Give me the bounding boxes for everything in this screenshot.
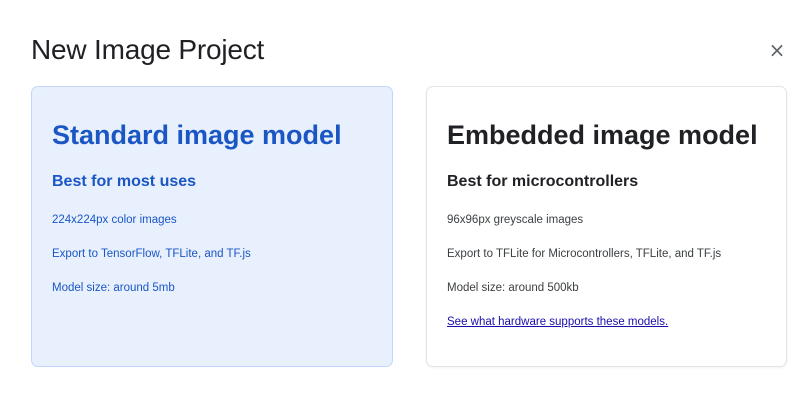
card-detail-export-formats: Export to TensorFlow, TFLite, and TF.js (52, 248, 251, 260)
card-subtitle: Best for most uses (52, 173, 197, 190)
card-detail-export-formats: Export to TFLite for Microcontrollers, T… (447, 248, 722, 260)
card-subtitle: Best for microcontrollers (447, 173, 639, 190)
close-icon: × (768, 38, 786, 62)
standard-image-model-card[interactable]: Standard image model Best for most uses … (31, 86, 393, 367)
embedded-image-model-card[interactable]: Embedded image model Best for microcontr… (426, 86, 787, 367)
card-detail-model-size: Model size: around 500kb (447, 282, 579, 294)
card-detail-image-format: 224x224px color images (52, 214, 177, 226)
card-detail-model-size: Model size: around 5mb (52, 282, 175, 294)
hardware-support-link-row: See what hardware supports these models. (447, 316, 668, 328)
card-detail-image-format: 96x96px greyscale images (447, 214, 584, 226)
close-button[interactable]: × (763, 36, 791, 64)
card-title: Embedded image model (447, 120, 758, 150)
hardware-support-link[interactable]: See what hardware supports these models. (447, 316, 668, 328)
new-image-project-dialog: New Image Project × Standard image model… (0, 0, 797, 397)
card-title: Standard image model (52, 120, 342, 150)
dialog-title: New Image Project (31, 34, 265, 65)
